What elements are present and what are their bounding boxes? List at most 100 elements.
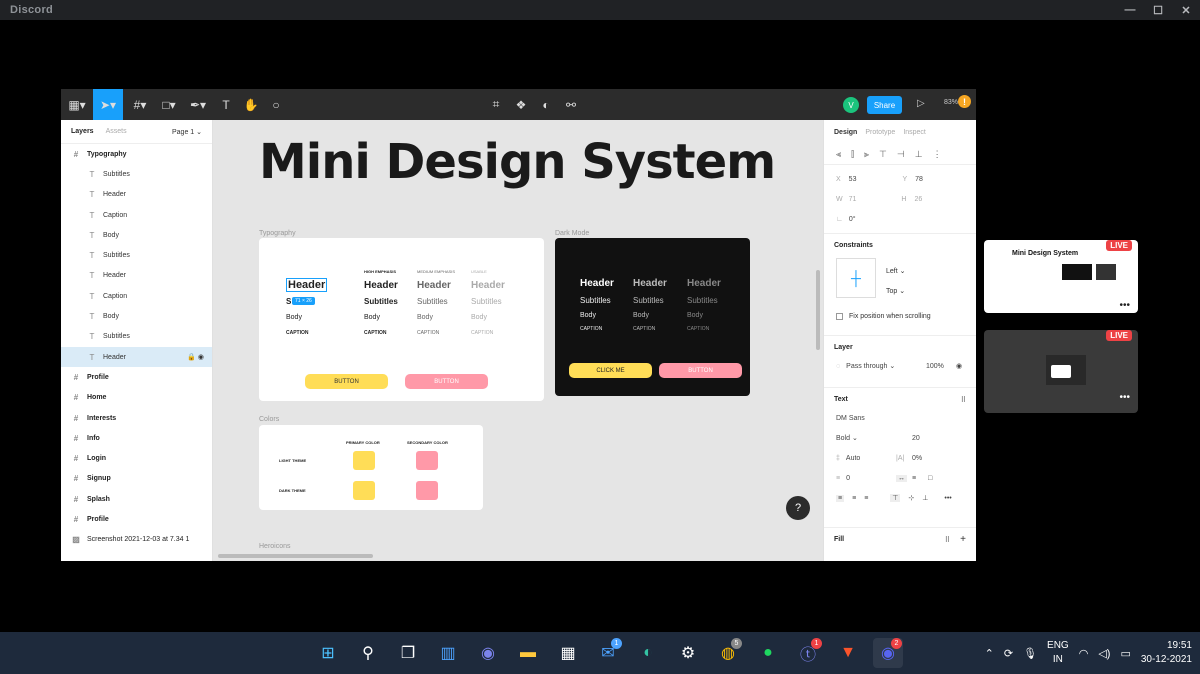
heroicons-frame-label[interactable]: Heroicons xyxy=(259,543,291,550)
language-indicator[interactable]: ENG IN xyxy=(1047,639,1069,667)
align-center-icon[interactable]: ⫿ xyxy=(851,149,854,160)
swatch-secondary-light[interactable] xyxy=(416,451,438,470)
tab-design[interactable]: Design xyxy=(834,129,857,136)
settings-icon[interactable]: ⚙ xyxy=(673,638,703,668)
brave-icon[interactable]: ▼ xyxy=(833,638,863,668)
pen-tool-icon[interactable]: ✒▾ xyxy=(185,89,211,120)
horizontal-scrollbar[interactable] xyxy=(218,554,373,558)
tile2-more-icon[interactable]: ••• xyxy=(1119,392,1130,403)
task-view-icon[interactable]: ❐ xyxy=(393,638,423,668)
chrome-icon[interactable]: ◍ 5 xyxy=(713,638,743,668)
layer-item[interactable]: # Profile xyxy=(61,509,212,529)
clock[interactable]: 19:51 30-12-2021 xyxy=(1141,639,1192,667)
lock-eye-icons[interactable]: 🔒 ◉ xyxy=(187,353,204,361)
zoom-level[interactable]: 83% xyxy=(944,99,958,106)
fill-styles-icon[interactable]: ⠿ xyxy=(945,536,950,544)
search-icon[interactable]: ⚲ xyxy=(353,638,383,668)
layer-item[interactable]: T Body xyxy=(61,306,212,326)
blend-mode-select[interactable]: Pass through ⌄ xyxy=(846,362,895,370)
tile1-more-icon[interactable]: ••• xyxy=(1119,300,1130,311)
windows-start-icon[interactable]: ⊞ xyxy=(313,638,343,668)
align-top-icon[interactable]: ⊤ xyxy=(879,149,887,160)
align-bottom-icon[interactable]: ⊥ xyxy=(915,149,923,160)
sync-icon[interactable]: ⟳ xyxy=(1004,647,1013,660)
layer-item[interactable]: # Profile xyxy=(61,367,212,387)
hand-tool-icon[interactable]: ✋ xyxy=(241,89,261,120)
close-icon[interactable]: ✕ xyxy=(1172,0,1200,20)
text-more-icon[interactable]: ••• xyxy=(944,495,951,502)
layer-item[interactable]: # Typography xyxy=(61,144,212,164)
constraints-widget[interactable]: ┼ xyxy=(836,258,876,298)
dark-button-secondary[interactable]: BUTTON xyxy=(659,363,742,378)
align-top-text-icon[interactable]: ⊤ xyxy=(890,494,901,502)
text-tool-icon[interactable]: T xyxy=(216,89,236,120)
tab-prototype[interactable]: Prototype xyxy=(865,129,895,136)
maximize-icon[interactable]: ☐ xyxy=(1144,0,1172,20)
constraint-horizontal[interactable]: Left ⌄ xyxy=(886,267,906,275)
layer-item[interactable]: T Body xyxy=(61,225,212,245)
swatch-primary-light[interactable] xyxy=(353,451,375,470)
text-align-right-icon[interactable]: ≡ xyxy=(864,495,868,502)
layer-item[interactable]: # Home xyxy=(61,388,212,408)
layer-item[interactable]: T Header xyxy=(61,185,212,205)
fix-position-checkbox[interactable] xyxy=(836,313,843,320)
minimize-icon[interactable]: — xyxy=(1116,0,1144,20)
discord-icon[interactable]: ◉ 2 xyxy=(873,638,903,668)
share-button[interactable]: Share xyxy=(867,96,902,114)
tab-assets[interactable]: Assets xyxy=(106,128,127,135)
light-button-primary[interactable]: BUTTON xyxy=(305,374,388,389)
layer-item[interactable]: T Caption xyxy=(61,286,212,306)
tab-inspect[interactable]: Inspect xyxy=(903,129,926,136)
font-weight-select[interactable]: Bold ⌄ xyxy=(836,434,858,442)
colors-frame[interactable]: PRIMARY COLOR SECONDARY COLOR LIGHT THEM… xyxy=(259,425,483,510)
darkmode-frame[interactable]: Header Subtitles Body CAPTION Header Sub… xyxy=(555,238,750,396)
align-middle-icon[interactable]: ⊣ xyxy=(897,149,905,160)
comment-tool-icon[interactable]: ○ xyxy=(266,89,286,120)
align-bottom-text-icon[interactable]: ⊥ xyxy=(922,494,928,502)
layer-item[interactable]: # Splash xyxy=(61,489,212,509)
text-align-center-icon[interactable]: ≡ xyxy=(852,495,856,502)
x-field[interactable]: 53 xyxy=(849,176,857,183)
widgets-icon[interactable]: ▥ xyxy=(433,638,463,668)
add-fill-icon[interactable]: + xyxy=(960,534,966,545)
file-explorer-icon[interactable]: ▬ xyxy=(513,638,543,668)
vertical-scrollbar[interactable] xyxy=(816,270,820,350)
swatch-primary-dark[interactable] xyxy=(353,481,375,500)
layer-item[interactable]: T Header xyxy=(61,266,212,286)
text-align-left-icon[interactable]: ≡ xyxy=(836,494,845,502)
layer-item[interactable]: # Signup xyxy=(61,469,212,489)
notice-badge[interactable]: ! xyxy=(958,95,971,108)
layer-item[interactable]: # Info xyxy=(61,428,212,448)
auto-width-icon[interactable]: ↔ xyxy=(896,474,907,482)
stream-tile-2[interactable]: LIVE ••• xyxy=(984,330,1138,413)
text-styles-icon[interactable]: ⠿ xyxy=(961,396,966,404)
layer-item[interactable]: # Login xyxy=(61,448,212,468)
align-middle-text-icon[interactable]: ⊹ xyxy=(908,494,914,502)
y-field[interactable]: 78 xyxy=(915,176,923,183)
fixed-size-icon[interactable]: □ xyxy=(928,475,932,482)
swatch-secondary-dark[interactable] xyxy=(416,481,438,500)
move-tool-icon[interactable]: ➤▾ xyxy=(93,89,123,120)
layer-item[interactable]: T Subtitles xyxy=(61,327,212,347)
typography-frame[interactable]: HIGH EMPHASIS MEDIUM EMPHASIS USABLE Hea… xyxy=(259,238,544,401)
spotify-icon[interactable]: ● xyxy=(753,638,783,668)
wifi-icon[interactable]: ◠ xyxy=(1079,647,1089,660)
w-field[interactable]: 71 xyxy=(849,196,857,203)
crop-icon[interactable]: ⌗ xyxy=(486,89,506,120)
visibility-eye-icon[interactable]: ◉ xyxy=(956,362,962,370)
link-icon[interactable]: ⚯ xyxy=(561,89,581,120)
colors-frame-label[interactable]: Colors xyxy=(259,416,279,423)
opacity-field[interactable]: 100% xyxy=(926,363,944,370)
font-family-select[interactable]: DM Sans xyxy=(824,408,976,428)
present-play-icon[interactable]: ▷ xyxy=(917,98,925,109)
mail-icon[interactable]: ✉ 1 xyxy=(593,638,623,668)
distribute-icon[interactable]: ⋮ xyxy=(933,149,942,160)
edge-icon[interactable]: ◐ xyxy=(633,638,663,668)
dark-button-clickme[interactable]: CLICK ME xyxy=(569,363,652,378)
layer-item[interactable]: # Interests xyxy=(61,408,212,428)
help-icon[interactable]: ? xyxy=(786,496,810,520)
stream-tile-1[interactable]: Mini Design System LIVE ••• xyxy=(984,240,1138,313)
battery-icon[interactable]: ▭ xyxy=(1120,647,1130,660)
page-selector[interactable]: Page 1 ⌄ xyxy=(172,128,202,136)
shape-tool-icon[interactable]: □▾ xyxy=(156,89,182,120)
